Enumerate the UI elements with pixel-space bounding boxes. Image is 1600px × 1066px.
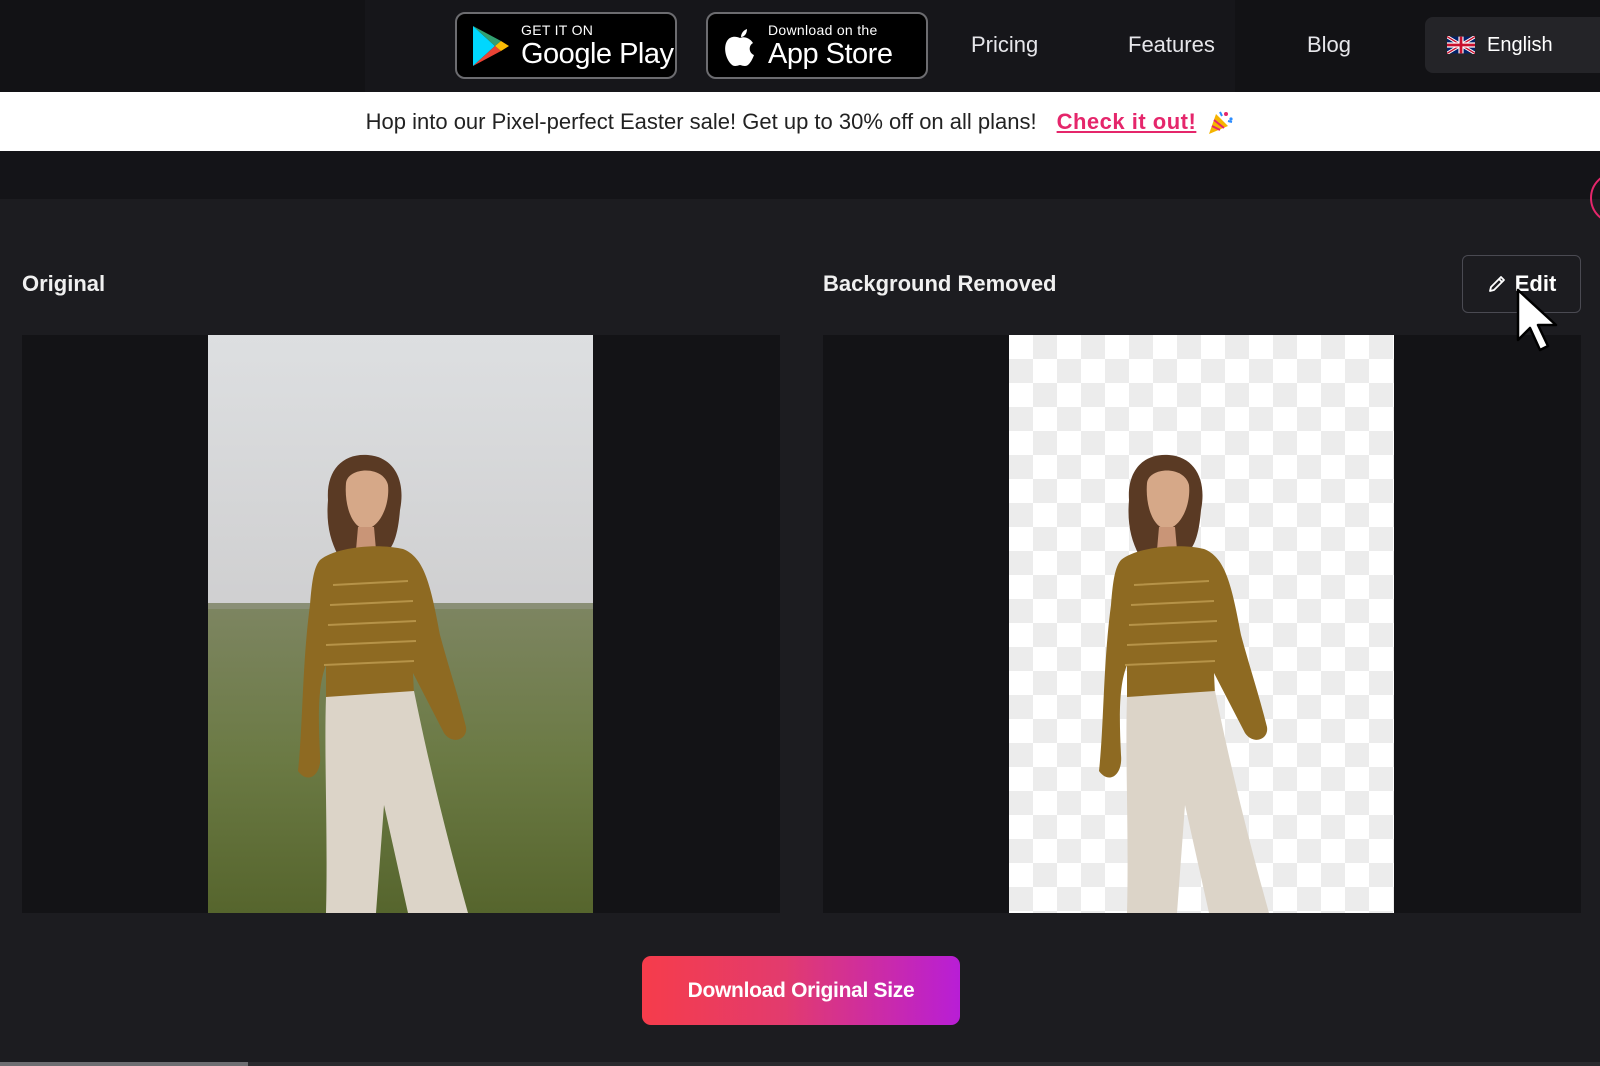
promo-link[interactable]: Check it out!	[1057, 109, 1197, 135]
uk-flag-icon	[1447, 36, 1475, 54]
google-play-icon	[471, 24, 511, 68]
original-label: Original	[22, 271, 106, 296]
pencil-icon	[1487, 274, 1507, 294]
promo-text: Hop into our Pixel-perfect Easter sale! …	[365, 108, 1037, 134]
background-removed-label: Background Removed	[823, 271, 1057, 296]
google-play-small-text: GET IT ON	[521, 21, 594, 38]
google-play-big-text: Google Play	[521, 37, 674, 70]
download-original-size-button[interactable]: Download Original Size	[642, 956, 960, 1025]
apple-icon	[722, 25, 758, 67]
party-popper-icon	[1206, 108, 1234, 136]
google-play-badge[interactable]: GET IT ON Google Play	[455, 12, 677, 79]
nav-link-pricing[interactable]: Pricing	[971, 32, 1038, 58]
app-store-big-text: App Store	[768, 37, 893, 70]
promo-banner: Hop into our Pixel-perfect Easter sale! …	[0, 92, 1600, 151]
language-label: English	[1487, 33, 1553, 56]
app-store-badge[interactable]: Download on the App Store	[706, 12, 928, 79]
mouse-cursor-icon	[1516, 288, 1560, 361]
top-navigation: GET IT ON Google Play Download on the Ap…	[0, 0, 1600, 92]
scrollbar-thumb[interactable]	[0, 1062, 248, 1066]
header-band	[0, 151, 1600, 199]
original-photo	[208, 335, 593, 913]
nav-link-blog[interactable]: Blog	[1307, 32, 1351, 58]
nav-link-features[interactable]: Features	[1128, 32, 1215, 58]
app-store-small-text: Download on the	[768, 21, 878, 38]
language-selector[interactable]: English	[1425, 17, 1600, 73]
background-removed-photo	[1009, 335, 1394, 913]
